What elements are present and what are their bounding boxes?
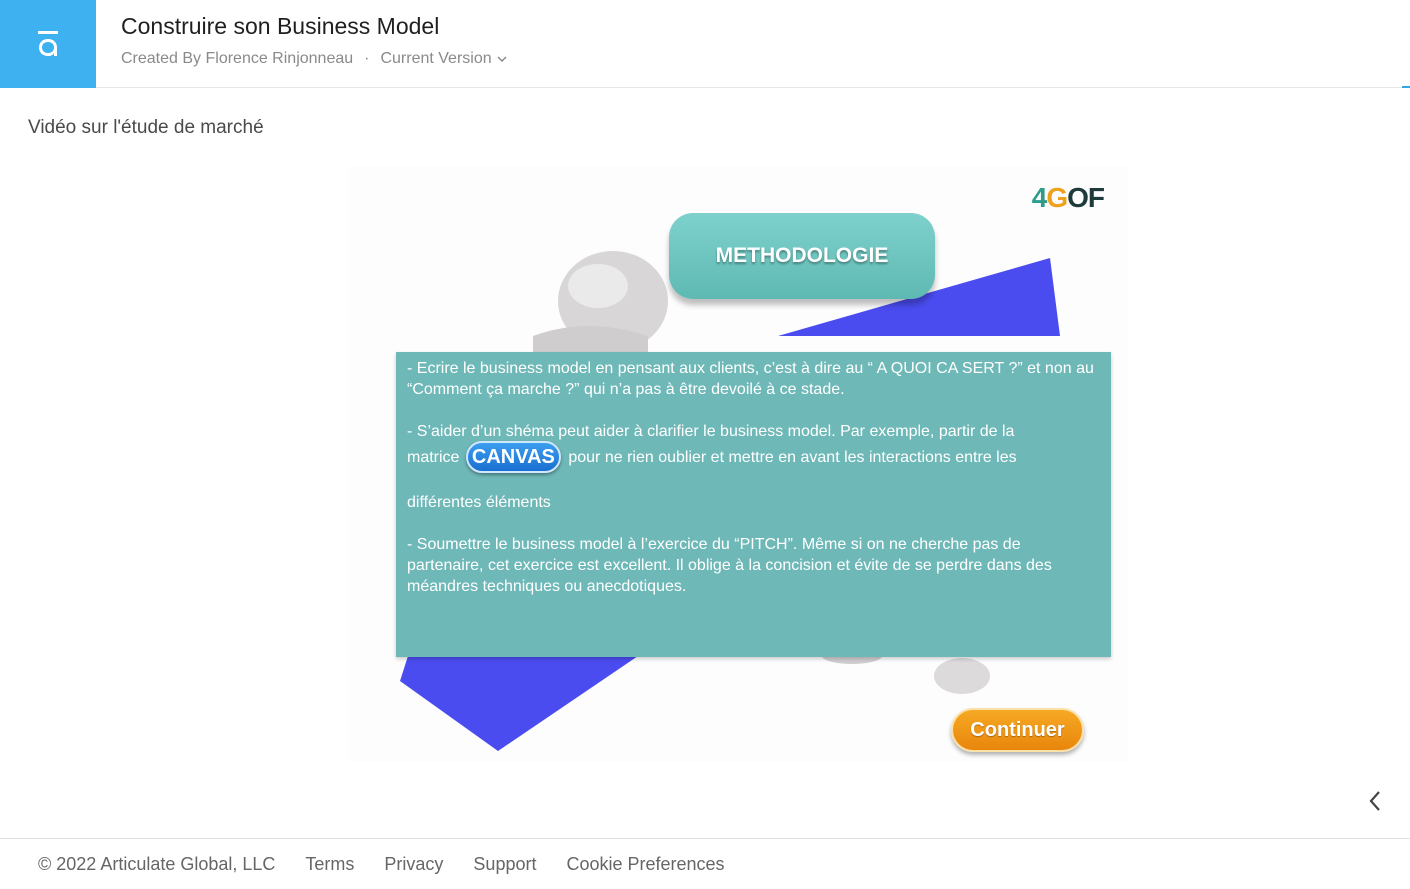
articulate-logo-button[interactable] <box>0 0 96 88</box>
chevron-down-icon <box>497 55 507 62</box>
methodology-text-box: - Ecrire le business model en pensant au… <box>396 352 1111 657</box>
course-meta: Created By Florence Rinjonneau · Current… <box>121 50 507 68</box>
course-title: Construire son Business Model <box>121 13 440 39</box>
paragraph-2: - S’aider d’un shéma peut aider à clarif… <box>407 421 1100 513</box>
privacy-link[interactable]: Privacy <box>384 854 443 875</box>
copyright-text: © 2022 Articulate Global, LLC <box>38 854 276 874</box>
top-header: Construire son Business Model Created By… <box>0 0 1410 88</box>
brand-part-1: 4 <box>1031 182 1048 213</box>
page-footer: © 2022 Articulate Global, LLC Terms Priv… <box>0 838 1410 889</box>
previous-lesson-button[interactable] <box>1364 788 1386 814</box>
chevron-left-icon <box>1369 791 1380 811</box>
cookie-preferences-link[interactable]: Cookie Preferences <box>566 854 724 875</box>
figure-foot <box>934 658 990 694</box>
version-dropdown[interactable]: Current Version <box>380 50 507 68</box>
version-label: Current Version <box>380 50 492 67</box>
continue-button[interactable]: Continuer <box>951 708 1084 752</box>
lesson-title: Vidéo sur l'étude de marché <box>28 117 264 138</box>
paragraph-2-line-1: - S’aider d’un shéma peut aider à clarif… <box>407 423 1015 440</box>
meta-separator: · <box>364 50 370 67</box>
canvas-button[interactable]: CANVAS <box>465 441 561 473</box>
progress-accent <box>1402 86 1410 88</box>
paragraph-1: - Ecrire le business model en pensant au… <box>407 360 1094 398</box>
paragraph-2-end: différentes éléments <box>407 494 551 511</box>
slide-content: 4GOF METHODOLOGIE - Ecrire le business m… <box>348 166 1128 762</box>
paragraph-3: - Soumettre le business model à l’exerci… <box>407 536 1052 595</box>
articulate-logo-icon <box>38 31 58 56</box>
support-link[interactable]: Support <box>473 854 536 875</box>
brand-logo: 4GOF <box>1031 182 1105 214</box>
brand-part-3: OF <box>1067 182 1105 213</box>
methodology-heading: METHODOLOGIE <box>669 213 935 299</box>
brand-part-2: G <box>1046 182 1068 213</box>
blue-triangle-lower <box>400 656 638 751</box>
paragraph-2-after: pour ne rien oublier et mettre en avant … <box>568 449 1017 467</box>
author-text: Created By Florence Rinjonneau <box>121 50 354 67</box>
terms-link[interactable]: Terms <box>305 854 354 875</box>
paragraph-2-before: matrice <box>407 449 460 467</box>
